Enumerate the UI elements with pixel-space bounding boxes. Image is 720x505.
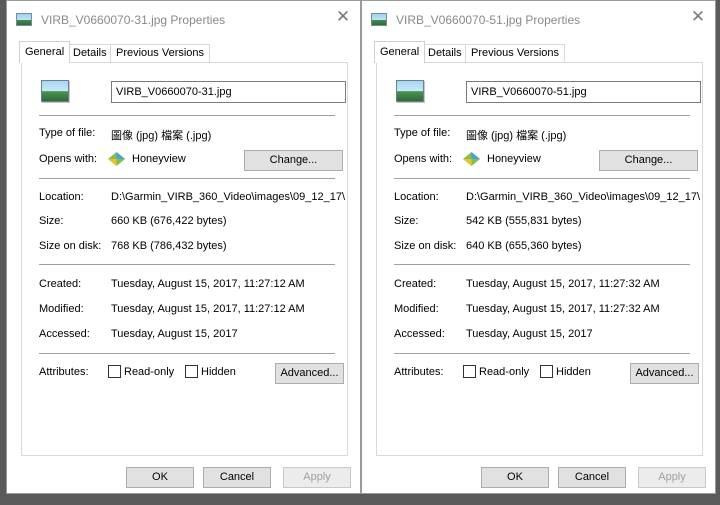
tab-general[interactable]: General: [374, 41, 426, 63]
separator: [394, 264, 690, 265]
filename-field[interactable]: VIRB_V0660070-51.jpg: [466, 81, 701, 103]
tab-general[interactable]: General: [19, 41, 71, 63]
title-bar[interactable]: VIRB_V0660070-31.jpg Properties ✕: [7, 1, 360, 39]
size-value: 542 KB (555,831 bytes): [466, 215, 582, 227]
cancel-button[interactable]: Cancel: [203, 467, 271, 488]
size-label: Size:: [394, 215, 419, 227]
modified-value: Tuesday, August 15, 2017, 11:27:32 AM: [466, 303, 660, 315]
location-label: Location:: [39, 191, 84, 203]
image-file-icon: [371, 13, 387, 26]
cancel-button[interactable]: Cancel: [558, 467, 626, 488]
type-value: 圖像 (jpg) 檔案 (.jpg): [466, 130, 567, 142]
location-label: Location:: [394, 191, 439, 203]
hidden-checkbox[interactable]: [185, 365, 198, 378]
hidden-label: Hidden: [556, 366, 591, 378]
hidden-checkbox[interactable]: [540, 365, 553, 378]
title-bar[interactable]: VIRB_V0660070-51.jpg Properties ✕: [362, 1, 715, 39]
image-thumbnail-icon: [396, 80, 424, 102]
hidden-label: Hidden: [201, 366, 236, 378]
size-on-disk-label: Size on disk:: [394, 240, 457, 252]
accessed-value: Tuesday, August 15, 2017: [466, 328, 593, 340]
tab-previous-versions[interactable]: Previous Versions: [465, 44, 566, 62]
general-panel: VIRB_V0660070-31.jpg Type of file: 圖像 (j…: [21, 62, 348, 456]
read-only-checkbox[interactable]: [108, 365, 121, 378]
change-button[interactable]: Change...: [244, 150, 343, 171]
separator: [39, 353, 335, 354]
opens-with-label: Opens with:: [39, 153, 98, 165]
size-on-disk-value: 768 KB (786,432 bytes): [111, 240, 227, 252]
apply-button[interactable]: Apply: [638, 467, 706, 488]
tab-details[interactable]: Details: [422, 44, 468, 62]
image-thumbnail-icon: [41, 80, 69, 102]
separator: [39, 264, 335, 265]
advanced-button[interactable]: Advanced...: [630, 363, 699, 384]
read-only-label: Read-only: [479, 366, 530, 378]
type-label: Type of file:: [39, 127, 96, 139]
close-icon[interactable]: ✕: [687, 6, 709, 28]
size-on-disk-label: Size on disk:: [39, 240, 102, 252]
ok-button[interactable]: OK: [126, 467, 194, 488]
close-icon[interactable]: ✕: [332, 6, 354, 28]
type-value: 圖像 (jpg) 檔案 (.jpg): [111, 130, 212, 142]
general-panel: VIRB_V0660070-51.jpg Type of file: 圖像 (j…: [376, 62, 703, 456]
size-on-disk-value: 640 KB (655,360 bytes): [466, 240, 582, 252]
modified-value: Tuesday, August 15, 2017, 11:27:12 AM: [111, 303, 305, 315]
apply-button[interactable]: Apply: [283, 467, 351, 488]
advanced-button[interactable]: Advanced...: [275, 363, 344, 384]
modified-label: Modified:: [39, 303, 84, 315]
honeyview-icon: [108, 152, 125, 166]
window-title: VIRB_V0660070-31.jpg Properties: [41, 13, 226, 27]
tab-previous-versions[interactable]: Previous Versions: [110, 44, 211, 62]
change-button[interactable]: Change...: [599, 150, 698, 171]
properties-window-1: VIRB_V0660070-31.jpg Properties ✕ Genera…: [6, 0, 361, 494]
type-label: Type of file:: [394, 127, 451, 139]
attributes-label: Attributes:: [39, 366, 89, 378]
attributes-label: Attributes:: [394, 366, 444, 378]
separator: [394, 178, 690, 179]
window-title: VIRB_V0660070-51.jpg Properties: [396, 13, 581, 27]
created-label: Created:: [394, 278, 437, 290]
modified-label: Modified:: [394, 303, 439, 315]
separator: [394, 353, 690, 354]
opens-with-value: Honeyview: [132, 153, 186, 165]
filename-field[interactable]: VIRB_V0660070-31.jpg: [111, 81, 346, 103]
accessed-label: Accessed:: [39, 328, 90, 340]
created-label: Created:: [39, 278, 82, 290]
location-value: D:\Garmin_VIRB_360_Video\images\09_12_17…: [466, 191, 700, 203]
read-only-checkbox[interactable]: [463, 365, 476, 378]
created-value: Tuesday, August 15, 2017, 11:27:32 AM: [466, 278, 660, 290]
separator: [39, 115, 335, 116]
opens-with-value: Honeyview: [487, 153, 541, 165]
image-file-icon: [16, 13, 32, 26]
location-value: D:\Garmin_VIRB_360_Video\images\09_12_17…: [111, 191, 345, 203]
size-label: Size:: [39, 215, 64, 227]
accessed-value: Tuesday, August 15, 2017: [111, 328, 238, 340]
read-only-label: Read-only: [124, 366, 175, 378]
separator: [394, 115, 690, 116]
ok-button[interactable]: OK: [481, 467, 549, 488]
opens-with-label: Opens with:: [394, 153, 453, 165]
accessed-label: Accessed:: [394, 328, 445, 340]
created-value: Tuesday, August 15, 2017, 11:27:12 AM: [111, 278, 305, 290]
size-value: 660 KB (676,422 bytes): [111, 215, 227, 227]
honeyview-icon: [463, 152, 480, 166]
tab-details[interactable]: Details: [67, 44, 113, 62]
properties-window-2: VIRB_V0660070-51.jpg Properties ✕ Genera…: [361, 0, 716, 494]
separator: [39, 178, 335, 179]
